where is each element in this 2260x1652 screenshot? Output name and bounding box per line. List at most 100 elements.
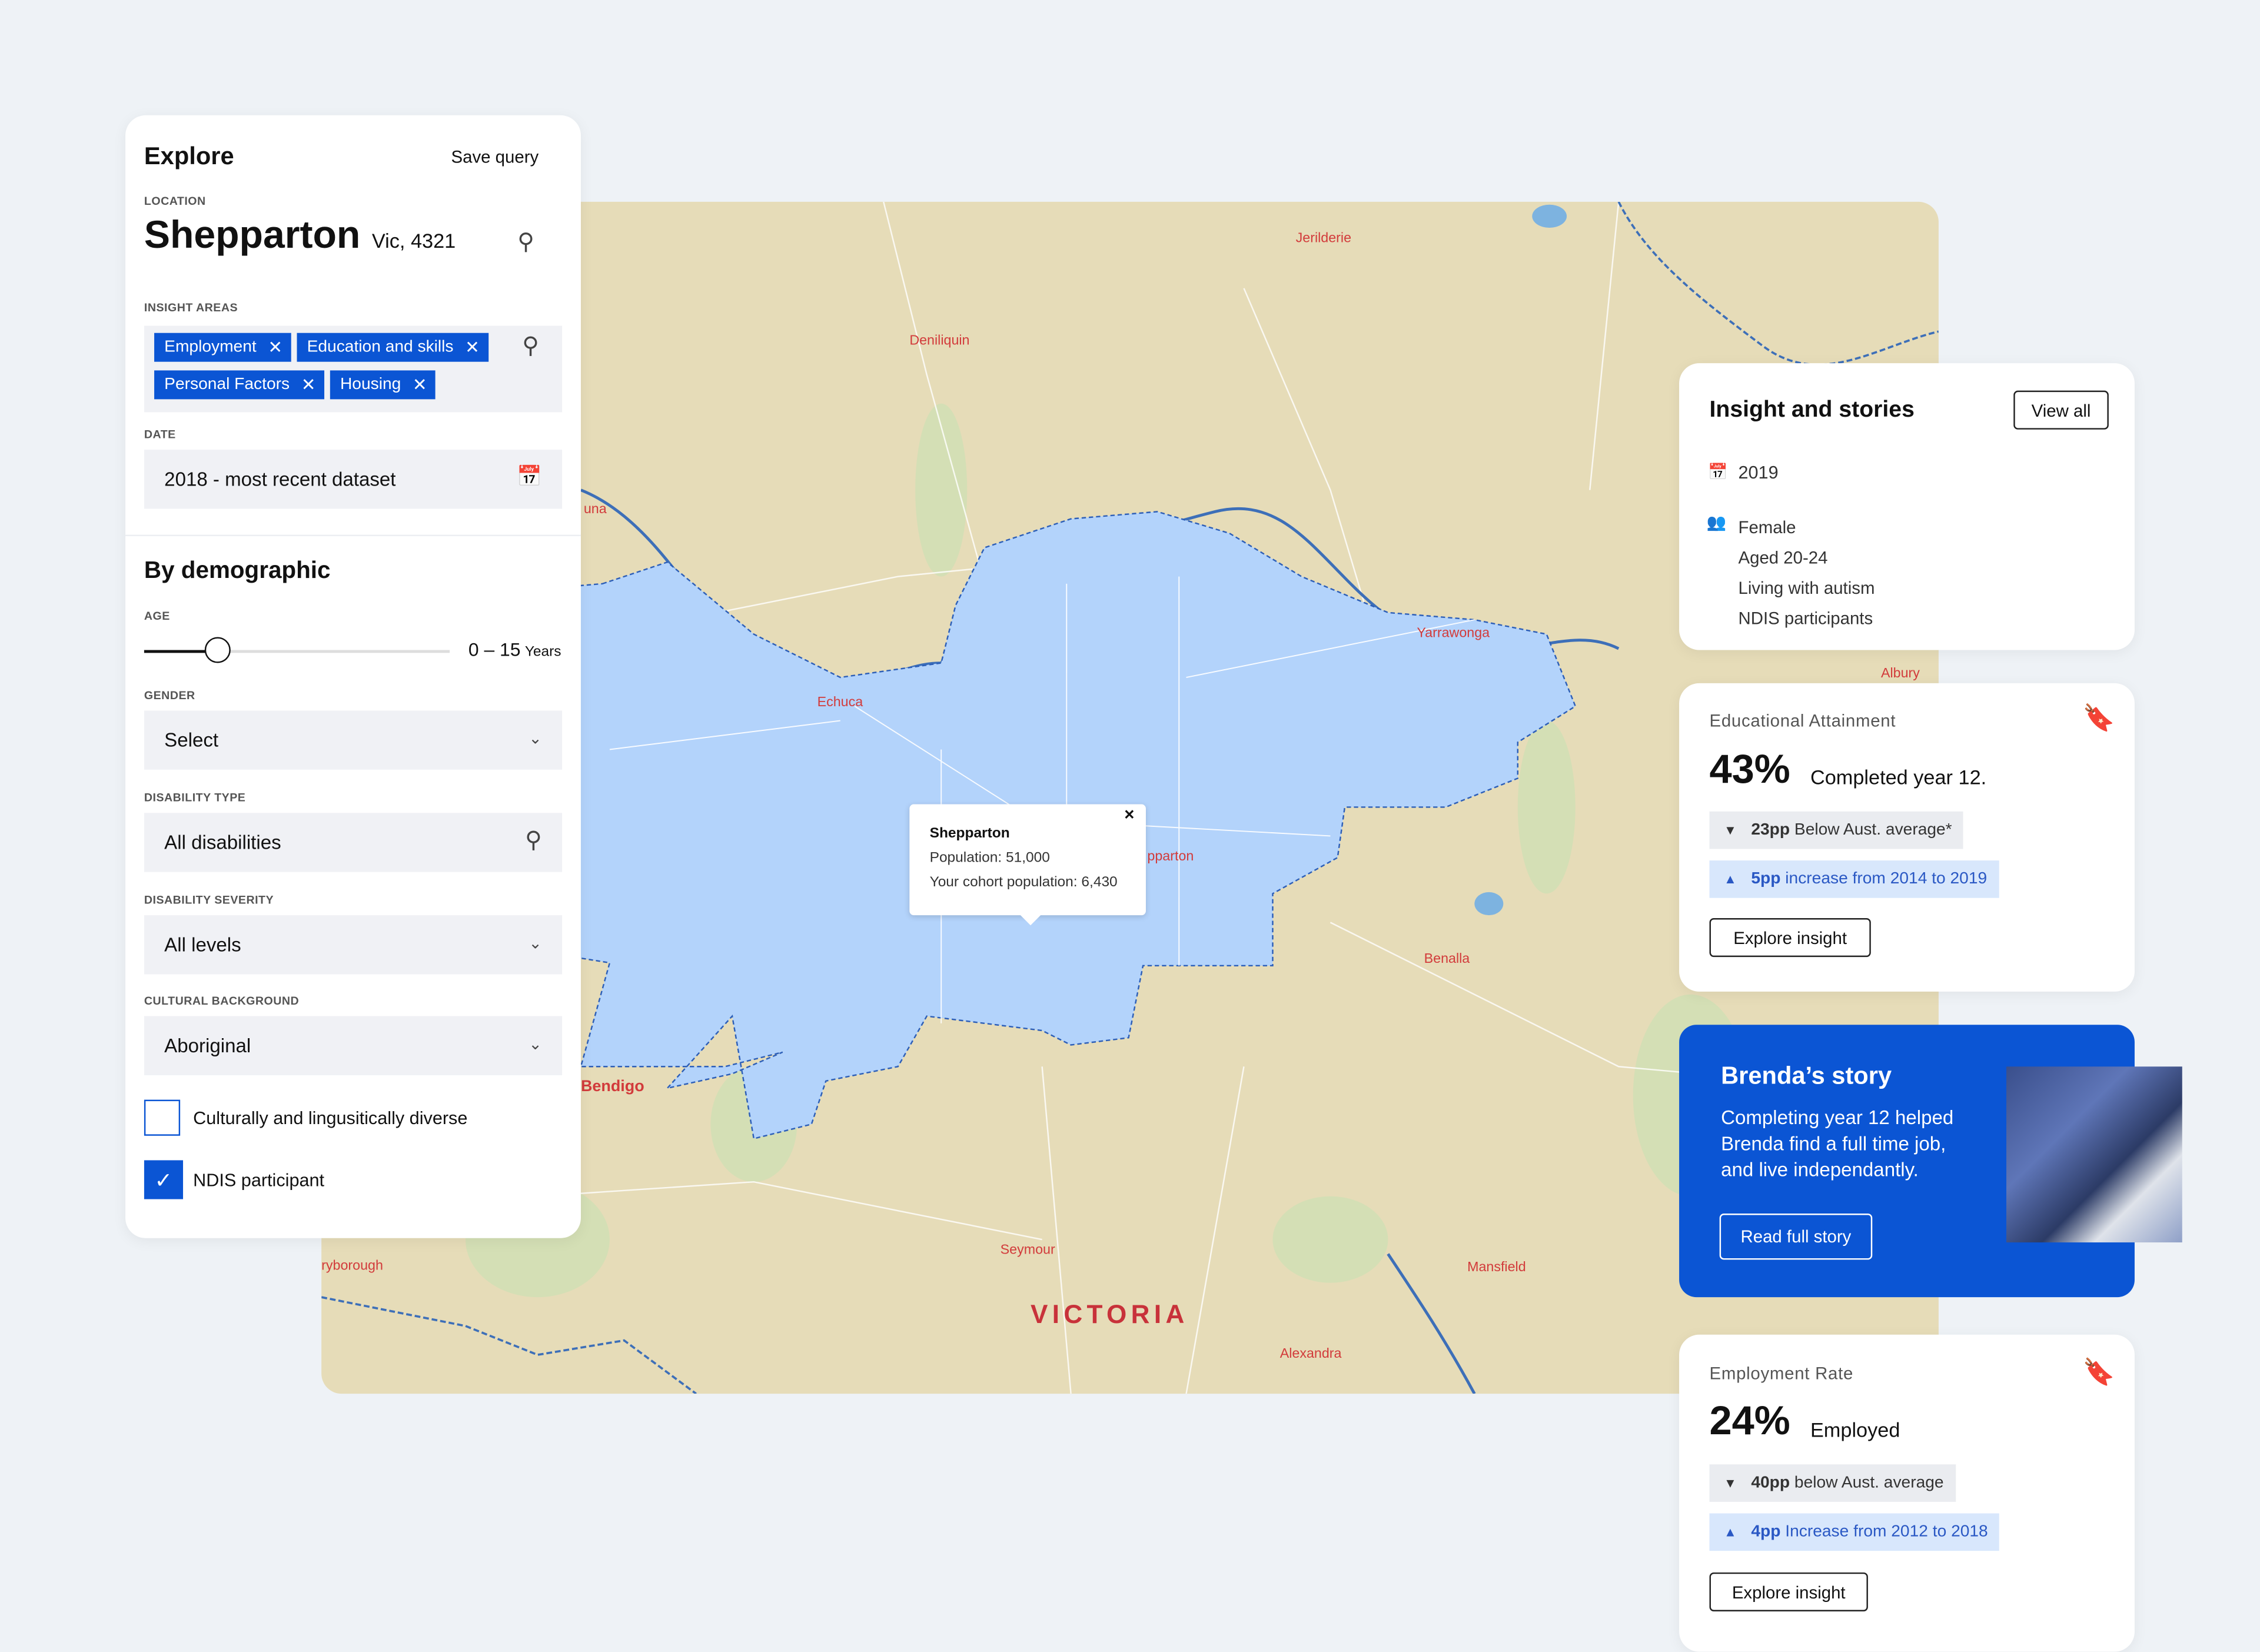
cohort-item: Living with autism: [1738, 578, 1875, 599]
education-title: Educational Attainment: [1709, 710, 1896, 731]
chip-label: Employment: [164, 338, 257, 356]
cultural-background-value: Aboriginal: [164, 1035, 251, 1057]
map-label-mansfield: Mansfield: [1467, 1259, 1526, 1276]
story-title: Brenda’s story: [1721, 1062, 1892, 1090]
insights-title: Insight and stories: [1709, 397, 1915, 423]
badge-value: 23pp: [1751, 821, 1790, 839]
close-icon[interactable]: ✕: [465, 337, 480, 357]
people-icon: 👥: [1706, 514, 1727, 532]
map-label-yarrawonga: Yarrawonga: [1417, 625, 1490, 641]
explore-insight-button[interactable]: Explore insight: [1709, 918, 1871, 958]
chip-personal-factors[interactable]: Personal Factors ✕: [154, 370, 325, 400]
bookmark-icon[interactable]: 🔖: [2083, 1358, 2115, 1388]
age-unit: Years: [524, 644, 561, 660]
age-slider-thumb[interactable]: [204, 637, 231, 663]
arrow-down-icon: ▼: [1724, 823, 1737, 837]
explore-insight-button[interactable]: Explore insight: [1709, 1572, 1868, 1611]
insights-card: Insight and stories View all 📅 2019 👥 Fe…: [1679, 363, 2135, 650]
tooltip-population: Population: 51,000: [929, 850, 1050, 866]
employment-insight-card: Employment Rate 🔖 24% Employed ▼ 40pp bel…: [1679, 1334, 2135, 1652]
map-label-partial: una: [583, 501, 607, 518]
save-query-button[interactable]: Save query: [451, 147, 539, 167]
chip-education[interactable]: Education and skills ✕: [297, 333, 488, 362]
badge-text: increase from 2014 to 2019: [1785, 870, 1988, 888]
map-label-deniliquin: Deniliquin: [909, 333, 970, 349]
ndis-checkbox-checked[interactable]: ✓: [144, 1160, 184, 1199]
close-icon[interactable]: ✕: [301, 375, 316, 395]
map-label-shepparton: pparton: [1147, 849, 1194, 865]
badge-value: 40pp: [1751, 1474, 1790, 1492]
cultural-background-select[interactable]: Aboriginal ⌄: [144, 1016, 563, 1075]
disability-severity-select[interactable]: All levels ⌄: [144, 915, 563, 975]
gender-select[interactable]: Select ⌄: [144, 710, 563, 770]
tooltip-pointer: [1019, 913, 1042, 926]
location-detail: Vic, 4321: [371, 229, 456, 252]
tooltip-cohort: Your cohort population: 6,430: [929, 875, 1118, 891]
disability-type-value: All disabilities: [164, 832, 281, 853]
view-all-button[interactable]: View all: [2013, 390, 2109, 430]
badge-text: below Aust. average: [1794, 1474, 1944, 1492]
location-value[interactable]: Shepparton Vic, 4321: [144, 213, 456, 258]
calendar-icon: 📅: [1708, 464, 1728, 481]
tooltip-title: Shepparton: [929, 826, 1010, 842]
close-icon[interactable]: ✕: [268, 337, 282, 357]
disability-severity-value: All levels: [164, 933, 241, 956]
education-caption: Completed year 12.: [1810, 765, 1987, 789]
chip-employment[interactable]: Employment ✕: [154, 333, 291, 362]
location-label: LOCATION: [144, 194, 206, 208]
age-label: AGE: [144, 609, 170, 623]
age-slider[interactable]: [144, 637, 450, 663]
location-search-icon[interactable]: ⚲: [517, 228, 534, 257]
chip-label: Education and skills: [307, 338, 454, 356]
gender-value: Select: [164, 729, 219, 751]
badge-text: Below Aust. average*: [1794, 821, 1952, 839]
divider: [125, 534, 581, 537]
insight-areas-label: INSIGHT AREAS: [144, 301, 238, 314]
story-body: Completing year 12 helped Brenda find a …: [1721, 1106, 1954, 1181]
employment-caption: Employed: [1810, 1418, 1900, 1441]
chevron-down-icon: ⌄: [529, 730, 542, 749]
badge-value: 4pp: [1751, 1523, 1781, 1541]
chip-label: Personal Factors: [164, 376, 290, 394]
employment-value: 24%: [1709, 1398, 1790, 1443]
cohort-list: Female Aged 20-24 Living with autism NDI…: [1738, 513, 1875, 634]
employment-comparison-badge: ▼ 40pp below Aust. average: [1709, 1464, 1956, 1502]
chevron-down-icon: ⌄: [529, 1036, 542, 1054]
chevron-down-icon: ⌄: [529, 935, 542, 953]
badge-value: 5pp: [1751, 870, 1781, 888]
location-name: Shepparton: [144, 213, 361, 257]
education-comparison-badge: ▼ 23pp Below Aust. average*: [1709, 811, 1964, 849]
cald-checkbox-row[interactable]: Culturally and lingusitically diverse: [144, 1099, 468, 1136]
age-range-value: 0 – 15: [468, 638, 521, 660]
tooltip-close-button[interactable]: ×: [1124, 805, 1134, 825]
date-value: 2018 - most recent dataset: [164, 468, 396, 490]
disability-type-label: DISABILITY TYPE: [144, 791, 246, 805]
cald-checkbox-label: Culturally and lingusitically diverse: [193, 1108, 468, 1128]
panel-title: Explore: [144, 142, 234, 170]
map-label-echuca: Echuca: [817, 694, 863, 711]
explore-panel: Explore Save query LOCATION Shepparton V…: [125, 115, 581, 1238]
ndis-checkbox-row[interactable]: ✓ NDIS participant: [144, 1160, 324, 1199]
education-trend-badge: ▲ 5pp increase from 2014 to 2019: [1709, 860, 1999, 898]
chip-label: Housing: [340, 376, 401, 394]
insight-search-icon[interactable]: ⚲: [522, 331, 539, 360]
date-field[interactable]: 2018 - most recent dataset 📅: [144, 450, 563, 509]
read-full-story-button[interactable]: Read full story: [1719, 1214, 1873, 1260]
close-icon[interactable]: ✕: [413, 375, 427, 395]
cultural-background-label: CULTURAL BACKGROUND: [144, 994, 300, 1008]
age-range: 0 – 15 Years: [468, 639, 561, 660]
map-label-alexandra: Alexandra: [1279, 1346, 1342, 1362]
gender-label: GENDER: [144, 689, 195, 702]
ndis-checkbox-label: NDIS participant: [193, 1169, 325, 1190]
arrow-up-icon: ▲: [1724, 872, 1737, 887]
insight-areas-field[interactable]: Employment ✕ Education and skills ✕ Personal…: [144, 325, 563, 413]
chip-housing[interactable]: Housing ✕: [330, 370, 436, 400]
employment-title: Employment Rate: [1709, 1363, 1854, 1384]
cald-checkbox[interactable]: [144, 1099, 181, 1136]
story-photo: [2006, 1066, 2182, 1243]
search-icon[interactable]: ⚲: [525, 826, 542, 855]
disability-type-field[interactable]: All disabilities ⚲: [144, 813, 563, 872]
bookmark-icon[interactable]: 🔖: [2083, 703, 2115, 733]
calendar-edit-icon[interactable]: 📅: [517, 464, 542, 489]
disability-severity-label: DISABILITY SEVERITY: [144, 893, 274, 907]
